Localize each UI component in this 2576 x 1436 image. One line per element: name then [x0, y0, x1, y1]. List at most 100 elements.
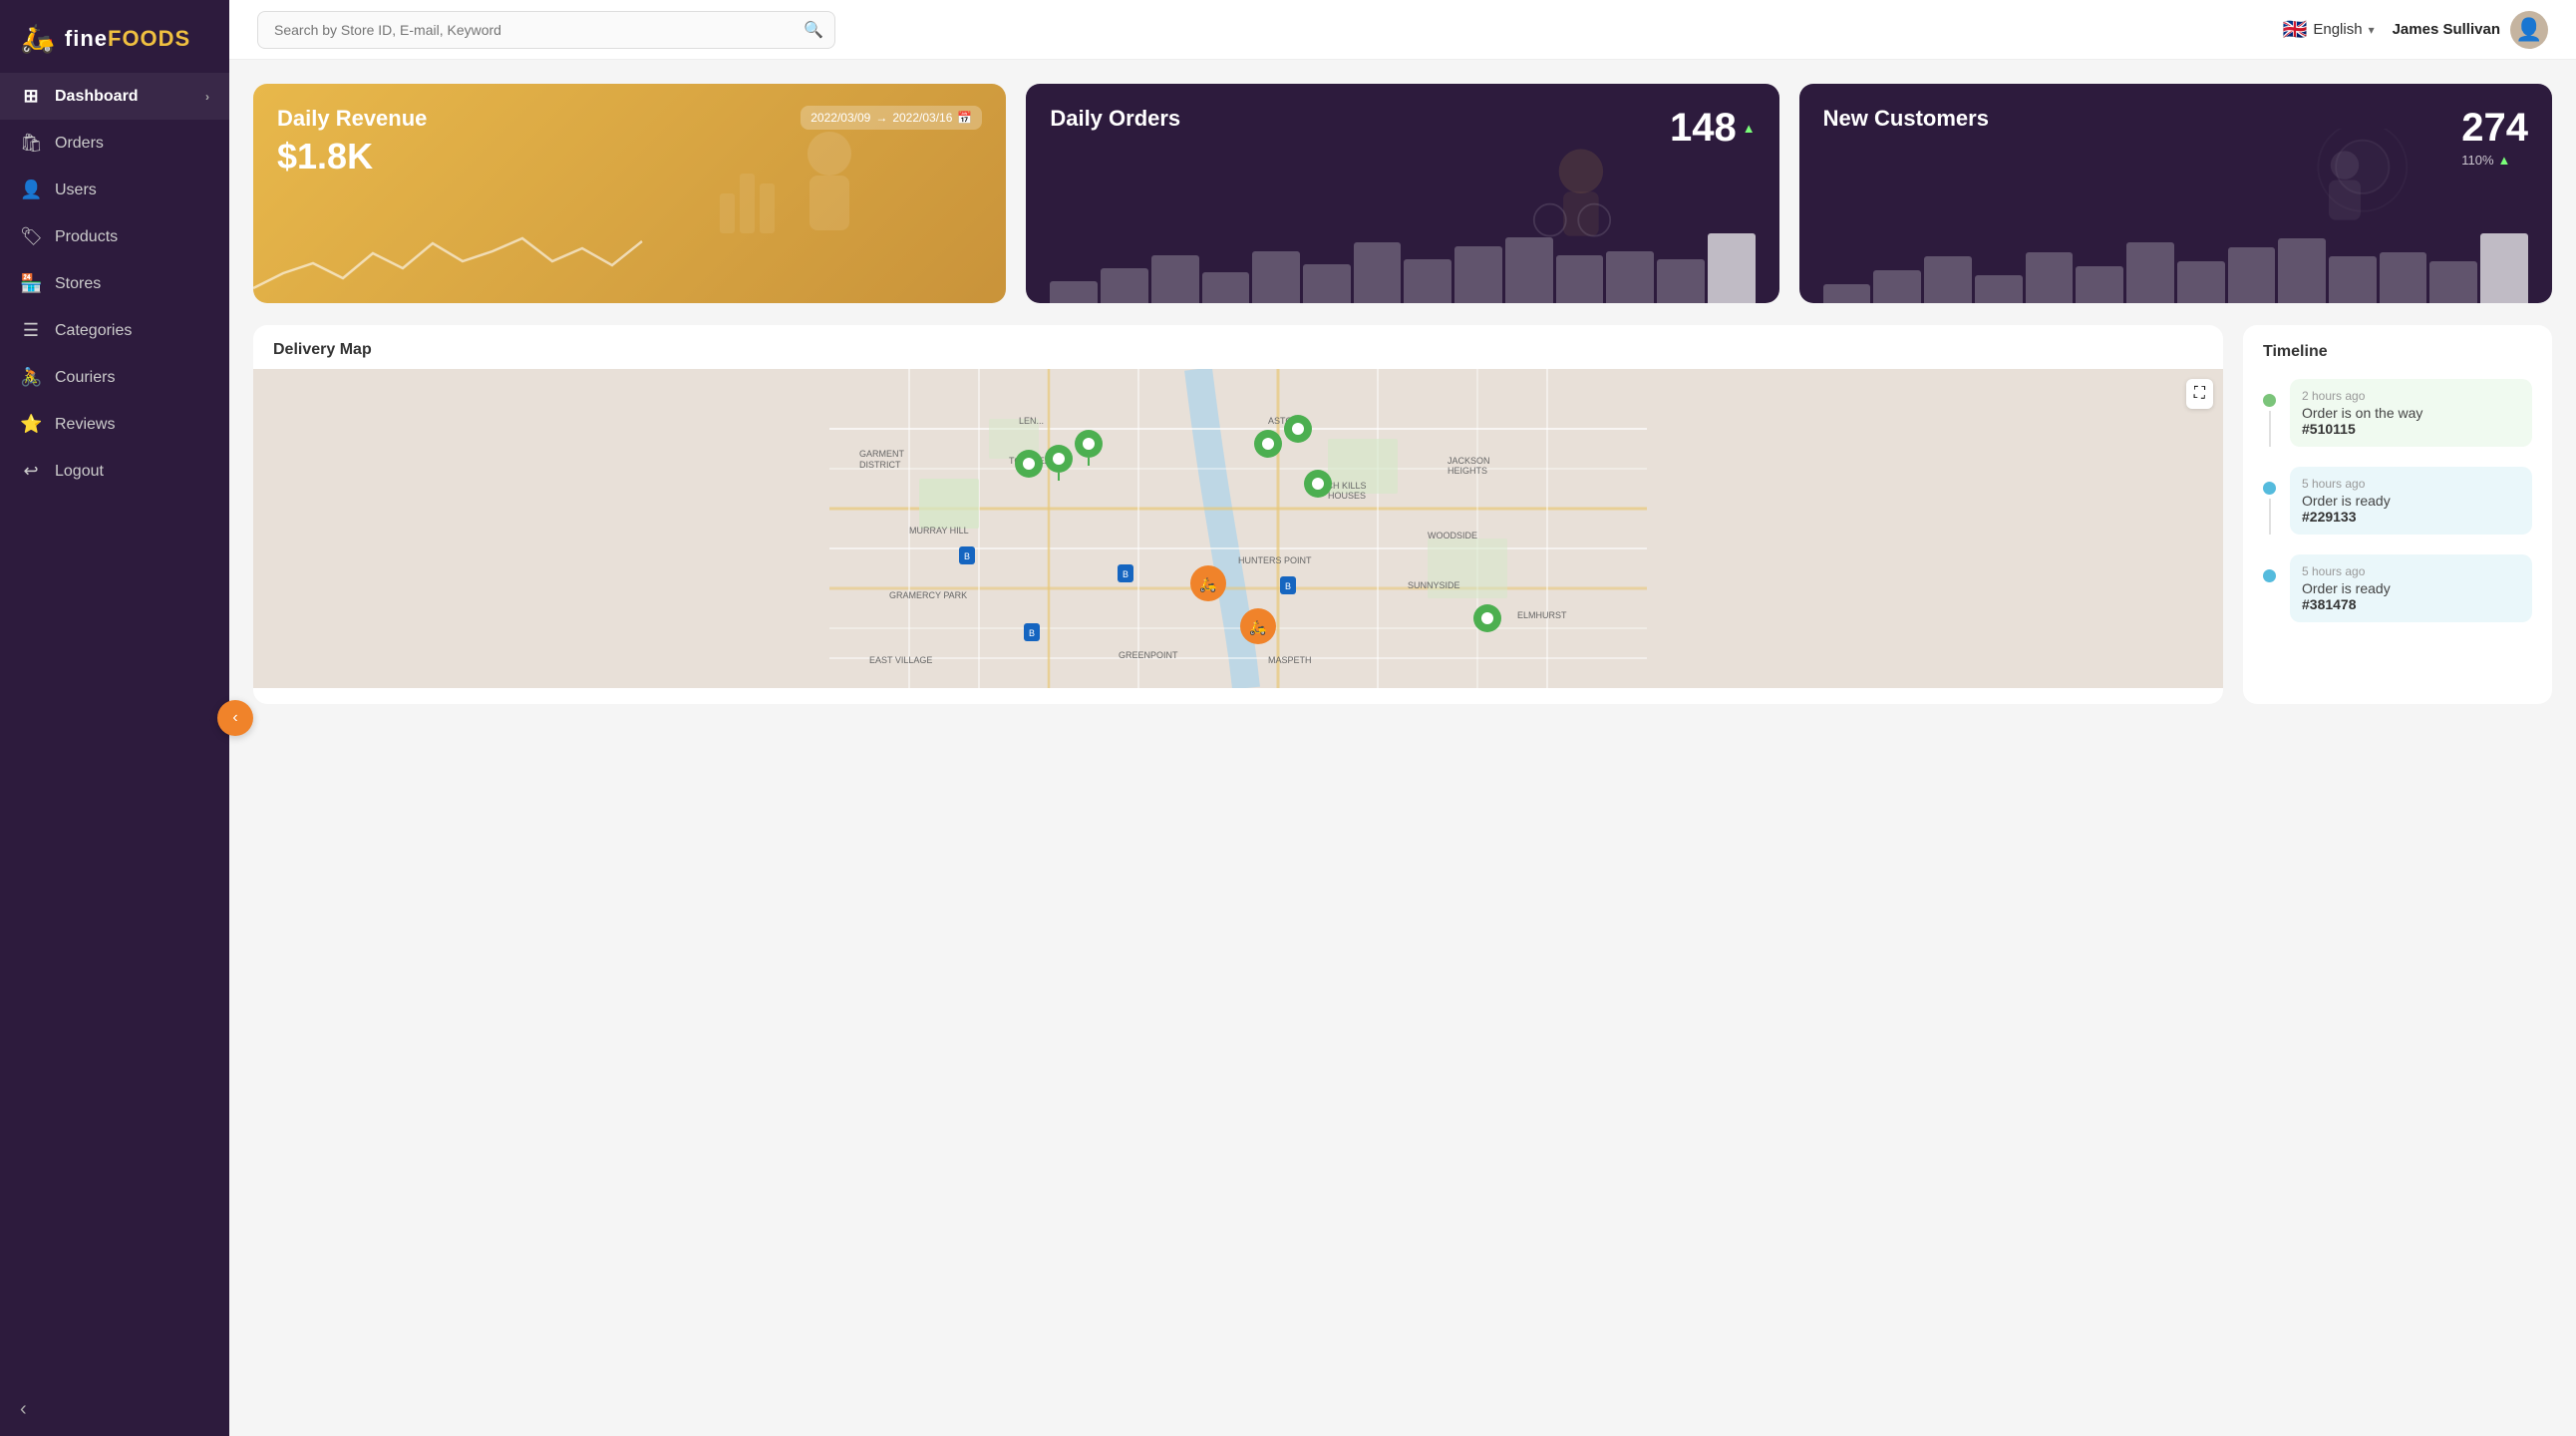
sidebar-item-label-couriers: Couriers — [55, 369, 115, 387]
timeline-time-3: 5 hours ago — [2302, 564, 2520, 578]
map-svg: GARMENT DISTRICT MURRAY HILL GRAMERCY PA… — [253, 369, 2223, 688]
date-arrow-icon: → — [875, 111, 887, 125]
orders-card: Daily Orders 148 ▲ — [1026, 84, 1778, 303]
bar — [1202, 272, 1250, 303]
sidebar-item-stores[interactable]: 🏪 Stores — [0, 260, 229, 307]
customers-illustration — [2138, 84, 2552, 303]
timeline-dot-green — [2263, 394, 2276, 407]
dashboard-nav-icon: ⊞ — [20, 86, 42, 107]
timeline-item: 5 hours ago Order is ready #381478 — [2263, 554, 2532, 622]
svg-text:HUNTERS POINT: HUNTERS POINT — [1238, 555, 1312, 565]
sidebar-item-couriers[interactable]: 🚴 Couriers — [0, 354, 229, 401]
bar — [1151, 255, 1199, 303]
timeline-dot-teal — [2263, 482, 2276, 495]
content: Daily Revenue $1.8K 2022/03/09 → 2022/03… — [229, 60, 2576, 1436]
svg-text:LEN...: LEN... — [1019, 416, 1044, 426]
svg-text:GREENPOINT: GREENPOINT — [1119, 650, 1178, 660]
svg-text:B: B — [1123, 569, 1128, 579]
svg-text:🛵: 🛵 — [1249, 619, 1267, 636]
timeline-item-content-1: 2 hours ago Order is on the way #510115 — [2290, 379, 2532, 447]
delivery-map-panel: Delivery Map — [253, 325, 2223, 704]
timeline-item: 2 hours ago Order is on the way #510115 — [2263, 379, 2532, 447]
couriers-nav-icon: 🚴 — [20, 367, 42, 388]
svg-text:DISTRICT: DISTRICT — [859, 460, 901, 470]
dashboard: Daily Revenue $1.8K 2022/03/09 → 2022/03… — [229, 60, 2576, 1436]
sidebar-item-label-logout: Logout — [55, 463, 104, 481]
svg-text:EAST VILLAGE: EAST VILLAGE — [869, 655, 932, 665]
bar — [1252, 251, 1300, 304]
svg-text:MURRAY HILL: MURRAY HILL — [909, 526, 969, 536]
timeline-panel: Timeline 2 hours ago Order is on the way… — [2243, 325, 2552, 704]
search-wrapper: 🔍 — [257, 11, 835, 49]
sidebar-item-logout[interactable]: ↩ Logout — [0, 448, 229, 495]
customers-title: New Customers — [1823, 106, 1989, 132]
main: 🔍 🇬🇧 English ▾ James Sullivan 👤 — [229, 0, 2576, 1436]
calendar-icon: 📅 — [957, 111, 972, 125]
bar — [1303, 264, 1351, 303]
orders-illustration — [1365, 84, 1778, 303]
bottom-section: Delivery Map — [253, 325, 2552, 704]
sidebar-item-dashboard[interactable]: ⊞ Dashboard › — [0, 73, 229, 120]
search-container: 🔍 — [257, 11, 835, 49]
date-from: 2022/03/09 — [810, 111, 870, 125]
timeline-status-3: Order is ready — [2302, 580, 2520, 596]
timeline-connector — [2269, 499, 2271, 535]
categories-nav-icon: ☰ — [20, 320, 42, 341]
logo-text: fineFOODS — [65, 26, 190, 52]
svg-text:GARMENT: GARMENT — [859, 449, 905, 459]
bar — [2026, 252, 2074, 303]
users-nav-icon: 👤 — [20, 180, 42, 200]
sidebar-collapse[interactable]: ‹ — [0, 1383, 229, 1436]
map-marker-courier-2: 🛵 — [1240, 608, 1276, 644]
user-name: James Sullivan — [2393, 21, 2500, 38]
svg-text:B: B — [1285, 581, 1291, 591]
svg-text:JACKSON: JACKSON — [1448, 456, 1490, 466]
sidebar-item-users[interactable]: 👤 Users — [0, 167, 229, 213]
timeline-order-2: #229133 — [2302, 509, 2520, 525]
sidebar-item-orders[interactable]: 🛍 Orders — [0, 120, 229, 167]
sidebar-item-label-categories: Categories — [55, 322, 132, 340]
map-marker-green-4 — [1254, 430, 1282, 458]
date-range-badge[interactable]: 2022/03/09 → 2022/03/16 📅 — [801, 106, 982, 130]
stores-nav-icon: 🏪 — [20, 273, 42, 294]
reviews-nav-icon: ⭐ — [20, 414, 42, 435]
svg-text:HEIGHTS: HEIGHTS — [1448, 466, 1487, 476]
stat-cards: Daily Revenue $1.8K 2022/03/09 → 2022/03… — [253, 84, 2552, 303]
svg-text:🛵: 🛵 — [1199, 576, 1217, 593]
map-marker-green-7 — [1473, 604, 1501, 632]
timeline-title: Timeline — [2263, 343, 2532, 361]
header-right: 🇬🇧 English ▾ James Sullivan 👤 — [2282, 11, 2548, 49]
date-to: 2022/03/16 — [892, 111, 952, 125]
orders-title: Daily Orders — [1050, 106, 1180, 132]
sidebar-collapse-button[interactable]: ‹ — [217, 700, 253, 736]
search-input[interactable] — [257, 11, 835, 49]
timeline-time-2: 5 hours ago — [2302, 477, 2520, 491]
bar — [1975, 275, 2023, 303]
timeline-status-2: Order is ready — [2302, 493, 2520, 509]
sidebar-item-reviews[interactable]: ⭐ Reviews — [0, 401, 229, 448]
language-selector[interactable]: 🇬🇧 English ▾ — [2282, 17, 2374, 42]
language-label: English — [2313, 21, 2362, 38]
sidebar-item-label-products: Products — [55, 228, 118, 246]
sidebar-item-categories[interactable]: ☰ Categories — [0, 307, 229, 354]
bar — [1101, 268, 1148, 303]
collapse-icon: ‹ — [20, 1398, 27, 1421]
sidebar-item-label-stores: Stores — [55, 275, 101, 293]
sidebar-item-products[interactable]: 🏷 Products — [0, 213, 229, 260]
revenue-card: Daily Revenue $1.8K 2022/03/09 → 2022/03… — [253, 84, 1006, 303]
bar — [1873, 270, 1921, 303]
timeline-item-content-3: 5 hours ago Order is ready #381478 — [2290, 554, 2532, 622]
revenue-title: Daily Revenue — [277, 106, 427, 132]
logout-nav-icon: ↩ — [20, 461, 42, 482]
timeline-item-content-2: 5 hours ago Order is ready #229133 — [2290, 467, 2532, 535]
header: 🔍 🇬🇧 English ▾ James Sullivan 👤 — [229, 0, 2576, 60]
svg-text:B: B — [1029, 628, 1035, 638]
timeline-time-1: 2 hours ago — [2302, 389, 2520, 403]
bar — [2076, 266, 2123, 303]
map-marker-transit-1: B — [1118, 564, 1133, 582]
logo-icon: 🛵 — [20, 22, 55, 55]
user-info[interactable]: James Sullivan 👤 — [2393, 11, 2548, 49]
map-fullscreen-button[interactable]: ⛶ — [2186, 379, 2213, 409]
map-marker-transit-2: B — [1024, 623, 1040, 641]
svg-text:MASPETH: MASPETH — [1268, 655, 1312, 665]
